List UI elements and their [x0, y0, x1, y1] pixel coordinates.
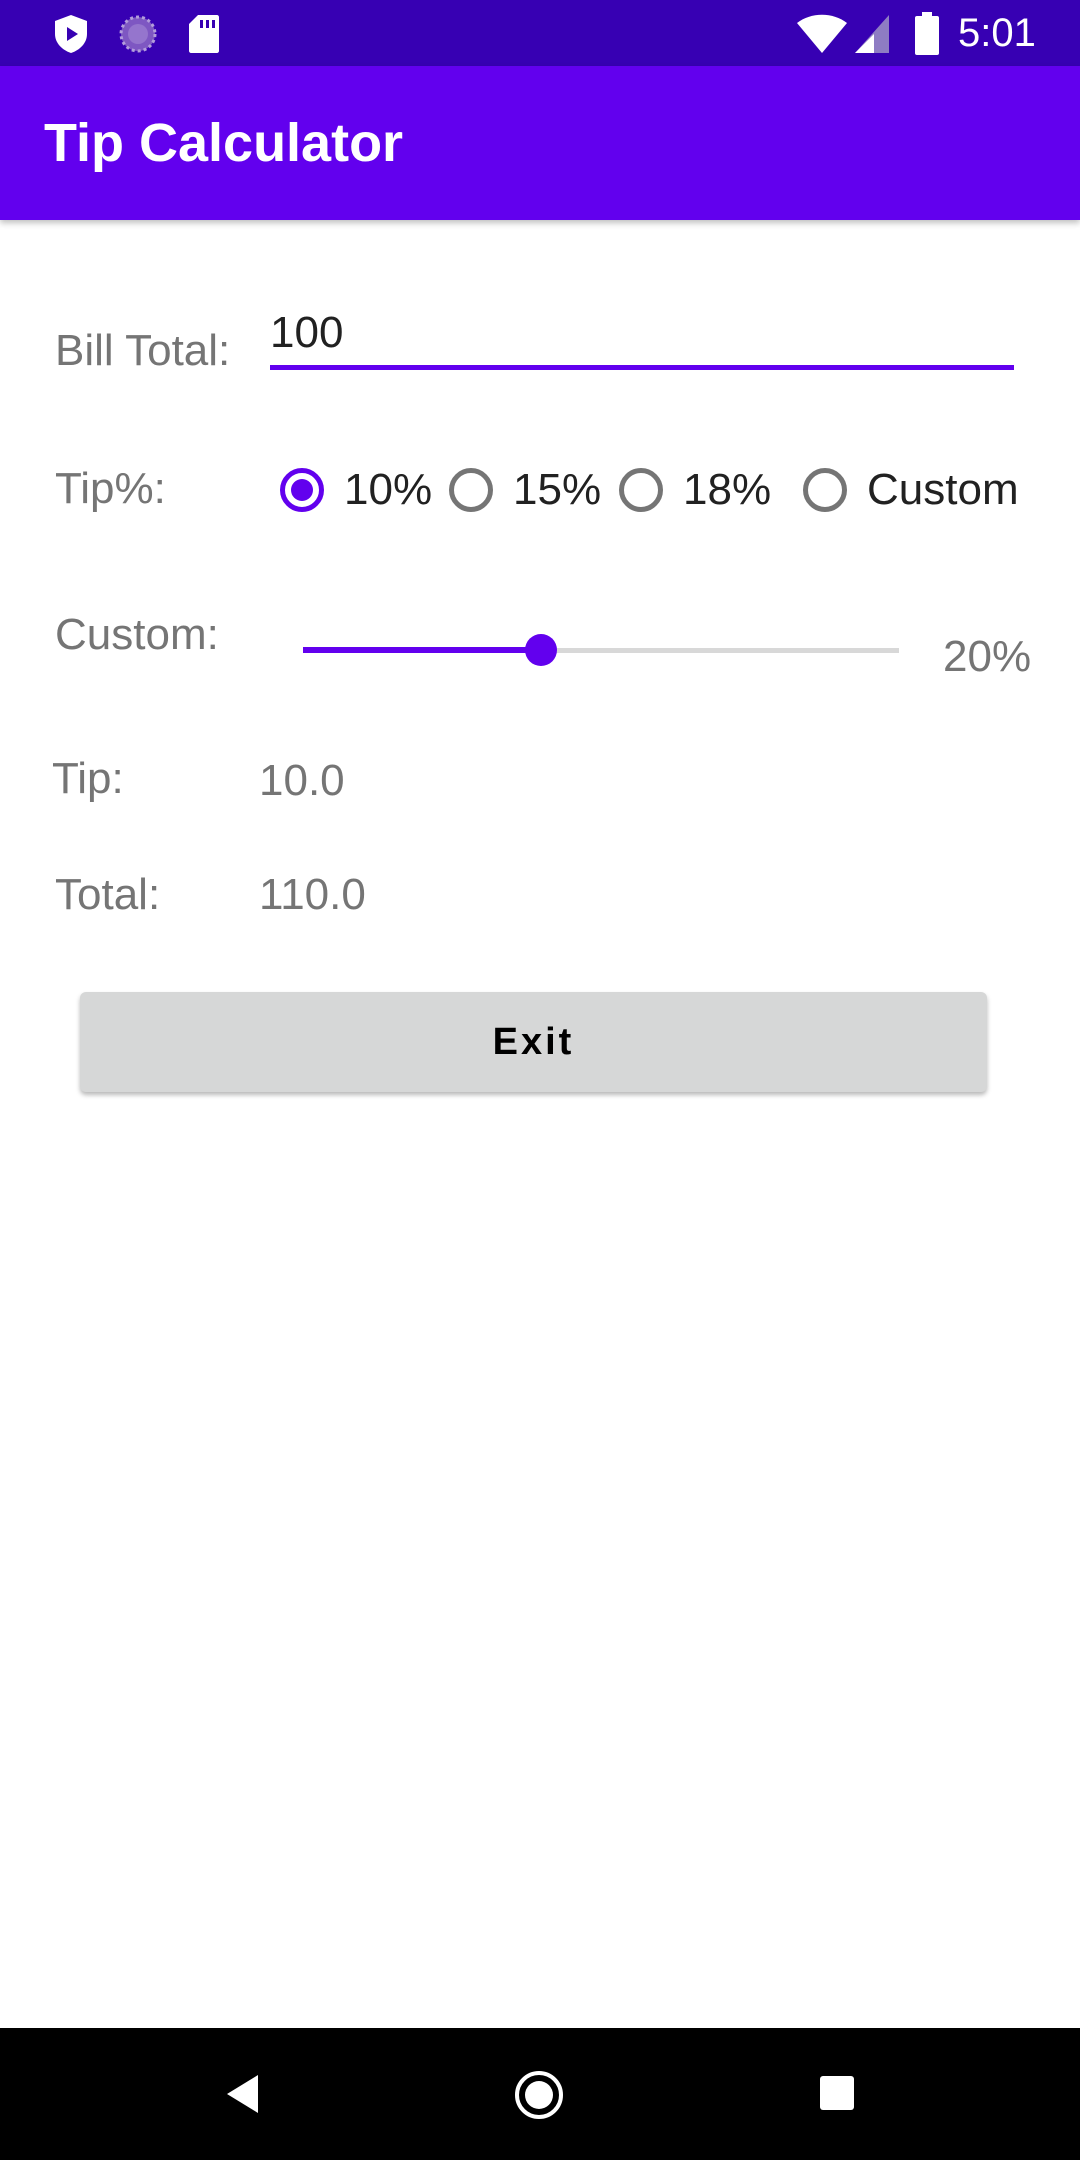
radio-15-percent[interactable]: 15% — [449, 460, 601, 520]
battery-icon — [914, 12, 940, 61]
status-bar: 5:01 — [0, 0, 1080, 66]
signal-icon — [854, 14, 890, 59]
radio-button-icon — [803, 468, 847, 512]
custom-percent-value: 20% — [943, 632, 1032, 681]
status-time: 5:01 — [958, 11, 1036, 55]
slider-fill — [303, 647, 542, 653]
shield-play-icon — [52, 14, 90, 59]
loading-spinner-icon — [118, 14, 158, 59]
wifi-icon — [796, 14, 848, 59]
exit-button[interactable]: Exit — [80, 992, 987, 1092]
radio-label: 18% — [683, 465, 772, 514]
home-icon[interactable] — [513, 2069, 565, 2126]
navigation-bar — [0, 2028, 1080, 2160]
app-bar: Tip Calculator — [0, 66, 1080, 220]
back-icon[interactable] — [222, 2072, 262, 2121]
total-label: Total: — [55, 870, 161, 919]
radio-label: 15% — [513, 465, 602, 514]
radio-button-icon — [449, 468, 493, 512]
recents-icon[interactable] — [818, 2074, 856, 2117]
total-value: 110.0 — [259, 870, 366, 919]
tip-label: Tip: — [52, 754, 124, 803]
bill-total-label: Bill Total: — [55, 326, 231, 375]
radio-button-icon — [280, 468, 324, 512]
slider-thumb[interactable] — [525, 634, 558, 666]
radio-18-percent[interactable]: 18% — [619, 460, 771, 520]
radio-label: 10% — [344, 465, 433, 514]
tip-value: 10.0 — [259, 756, 345, 805]
radio-button-icon — [619, 468, 663, 512]
radio-10-percent[interactable]: 10% — [280, 460, 432, 520]
radio-custom[interactable]: Custom — [803, 460, 1019, 520]
bill-total-input[interactable] — [270, 300, 1014, 370]
tip-percent-label: Tip%: — [55, 464, 166, 513]
radio-label: Custom — [867, 465, 1019, 514]
sd-card-icon — [188, 14, 220, 59]
custom-label: Custom: — [55, 610, 219, 659]
app-title: Tip Calculator — [44, 113, 404, 173]
